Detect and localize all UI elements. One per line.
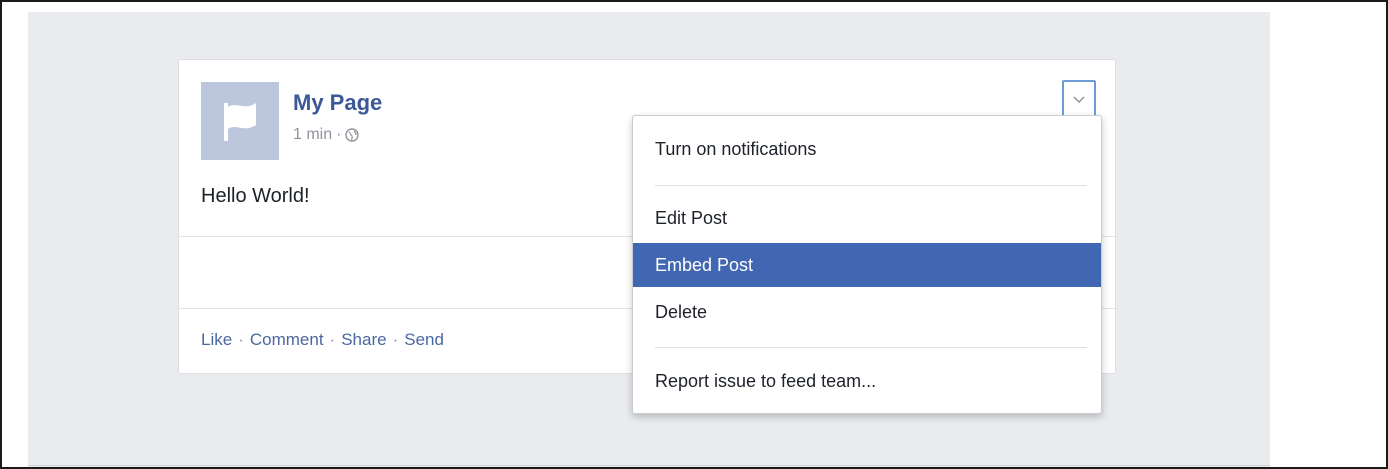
- menu-item-edit-post[interactable]: Edit Post: [633, 196, 1101, 240]
- flag-icon: [224, 103, 256, 141]
- post-options-menu: Turn on notifications Edit Post Embed Po…: [632, 115, 1102, 414]
- menu-item-turn-on-notifications[interactable]: Turn on notifications: [633, 127, 1101, 171]
- post-timestamp[interactable]: 1 min: [293, 126, 332, 144]
- post-actions: Like · Comment · Share · Send: [201, 330, 444, 350]
- like-link[interactable]: Like: [201, 330, 232, 350]
- menu-item-report-issue[interactable]: Report issue to feed team...: [633, 359, 1101, 403]
- send-link[interactable]: Send: [404, 330, 444, 350]
- chevron-down-icon: [1073, 96, 1085, 104]
- meta-separator: ·: [336, 126, 342, 143]
- comment-link[interactable]: Comment: [250, 330, 324, 350]
- action-separator: ·: [238, 330, 244, 349]
- action-separator: ·: [392, 330, 399, 349]
- post-meta: 1 min ·: [293, 126, 360, 144]
- globe-icon[interactable]: [345, 128, 360, 142]
- menu-item-delete[interactable]: Delete: [633, 290, 1101, 334]
- window-frame: My Page 1 min · Hello World! Like · Comm…: [0, 0, 1388, 469]
- page-name-link[interactable]: My Page: [293, 90, 382, 116]
- share-link[interactable]: Share: [341, 330, 386, 350]
- feed-bottom-divider: [28, 465, 1270, 466]
- menu-item-embed-post[interactable]: Embed Post: [633, 243, 1101, 287]
- page-avatar[interactable]: [201, 82, 279, 160]
- post-text: Hello World!: [201, 185, 310, 207]
- menu-separator: [655, 347, 1087, 348]
- menu-separator: [655, 185, 1087, 186]
- action-separator: ·: [329, 330, 336, 349]
- post-options-button[interactable]: [1062, 80, 1096, 120]
